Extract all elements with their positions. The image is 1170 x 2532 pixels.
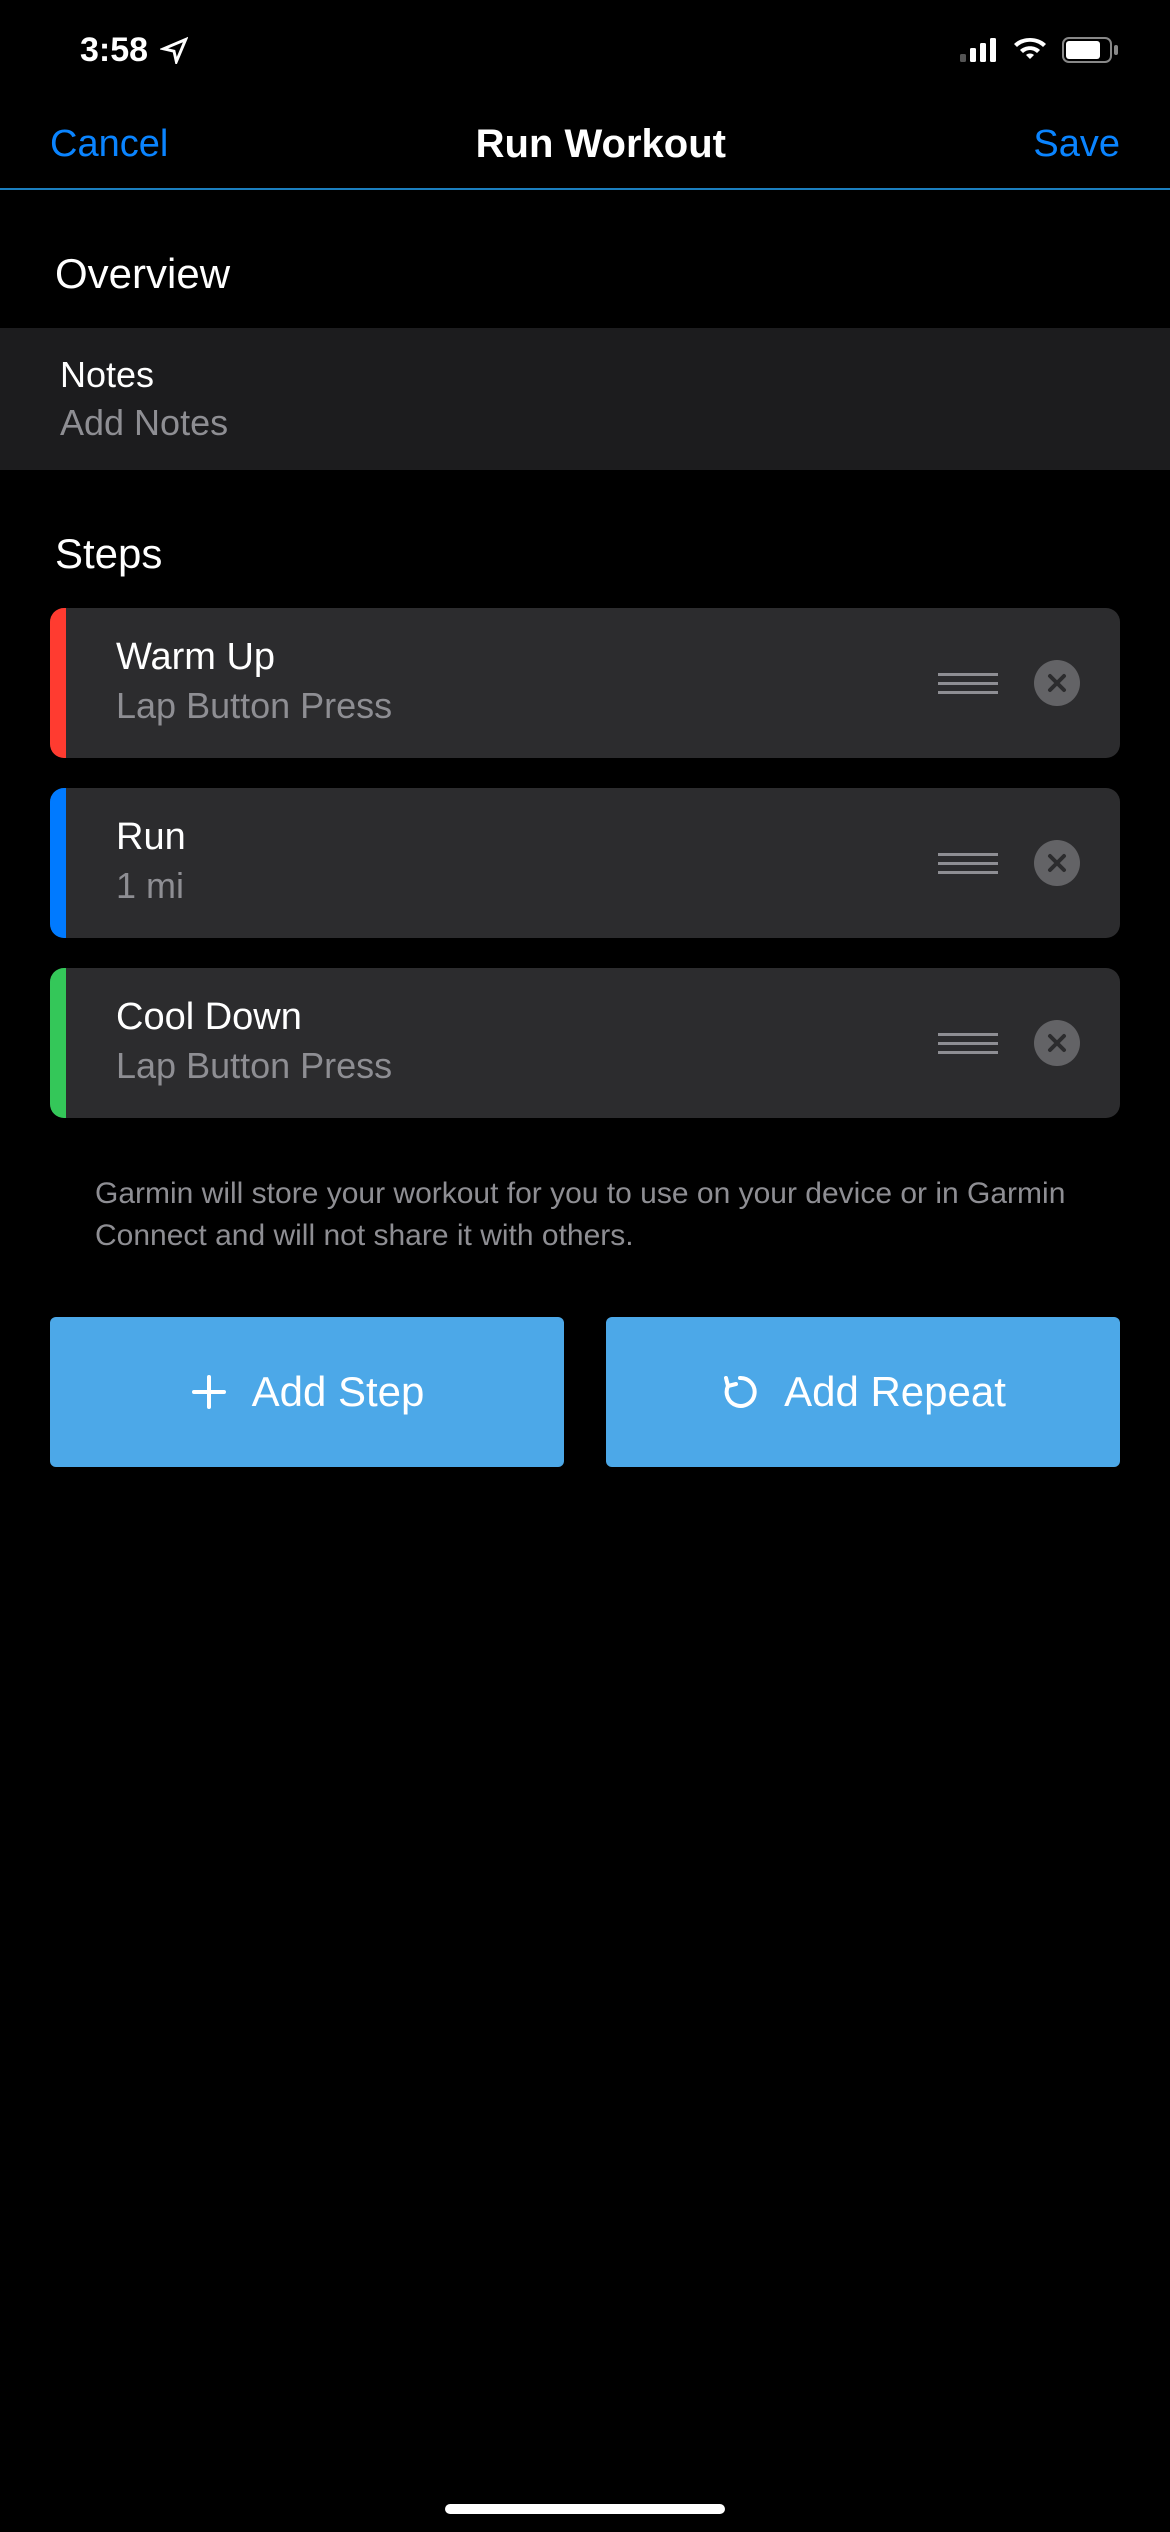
step-card-cooldown[interactable]: Cool Down Lap Button Press (50, 968, 1120, 1118)
save-button[interactable]: Save (1033, 123, 1120, 166)
step-title: Run (116, 816, 938, 859)
step-content: Cool Down Lap Button Press (66, 968, 938, 1118)
step-content: Run 1 mi (66, 788, 938, 938)
add-step-label: Add Step (252, 1368, 425, 1416)
add-repeat-button[interactable]: Add Repeat (606, 1317, 1120, 1467)
drag-handle-icon[interactable] (938, 1033, 998, 1054)
step-color-indicator (50, 608, 66, 758)
wifi-icon (1012, 37, 1048, 63)
plus-icon (190, 1373, 228, 1411)
home-indicator[interactable] (445, 2504, 725, 2514)
notes-label: Notes (60, 354, 1110, 396)
privacy-disclosure: Garmin will store your workout for you t… (0, 1118, 1170, 1257)
step-card-run[interactable]: Run 1 mi (50, 788, 1120, 938)
status-bar: 3:58 (0, 0, 1170, 100)
status-right (960, 37, 1120, 63)
close-icon (1046, 672, 1068, 694)
action-button-row: Add Step Add Repeat (0, 1257, 1170, 1467)
page-title: Run Workout (476, 122, 726, 167)
close-icon (1046, 852, 1068, 874)
step-title: Warm Up (116, 636, 938, 679)
step-card-warmup[interactable]: Warm Up Lap Button Press (50, 608, 1120, 758)
step-actions (938, 608, 1120, 758)
step-color-indicator (50, 788, 66, 938)
status-time: 3:58 (80, 31, 148, 70)
delete-step-button[interactable] (1034, 1020, 1080, 1066)
steps-header: Steps (0, 470, 1170, 608)
cellular-icon (960, 38, 998, 62)
step-subtitle: Lap Button Press (116, 1045, 938, 1087)
close-icon (1046, 1032, 1068, 1054)
repeat-icon (720, 1372, 760, 1412)
notes-placeholder: Add Notes (60, 402, 1110, 444)
location-icon (160, 36, 188, 64)
delete-step-button[interactable] (1034, 840, 1080, 886)
add-step-button[interactable]: Add Step (50, 1317, 564, 1467)
nav-header: Cancel Run Workout Save (0, 100, 1170, 190)
step-subtitle: Lap Button Press (116, 685, 938, 727)
add-repeat-label: Add Repeat (784, 1368, 1006, 1416)
step-title: Cool Down (116, 996, 938, 1039)
notes-row[interactable]: Notes Add Notes (0, 328, 1170, 470)
status-left: 3:58 (80, 31, 188, 70)
drag-handle-icon[interactable] (938, 853, 998, 874)
steps-list: Warm Up Lap Button Press Run 1 mi (0, 608, 1170, 1118)
step-subtitle: 1 mi (116, 865, 938, 907)
step-actions (938, 968, 1120, 1118)
cancel-button[interactable]: Cancel (50, 123, 168, 166)
drag-handle-icon[interactable] (938, 673, 998, 694)
step-actions (938, 788, 1120, 938)
step-color-indicator (50, 968, 66, 1118)
battery-icon (1062, 37, 1120, 63)
step-content: Warm Up Lap Button Press (66, 608, 938, 758)
delete-step-button[interactable] (1034, 660, 1080, 706)
overview-header: Overview (0, 190, 1170, 328)
